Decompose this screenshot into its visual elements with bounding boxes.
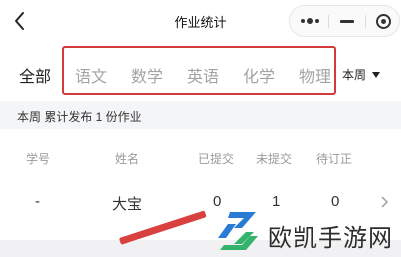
watermark: 欧凯手游网 bbox=[207, 208, 401, 257]
header-submitted: 已提交 bbox=[198, 152, 235, 166]
tab-chinese[interactable]: 语文 bbox=[75, 63, 107, 87]
week-filter-dropdown[interactable]: 本周 bbox=[342, 66, 381, 83]
more-dots-icon[interactable] bbox=[292, 6, 328, 36]
tab-math[interactable]: 数学 bbox=[131, 63, 163, 87]
tab-all[interactable]: 全部 bbox=[19, 63, 51, 87]
header-unsubmitted: 未提交 bbox=[256, 152, 293, 166]
week-filter-label: 本周 bbox=[342, 68, 367, 82]
nav-bar: 作业统计 bbox=[0, 0, 401, 42]
header-student-id: 学号 bbox=[26, 152, 51, 166]
caret-down-icon bbox=[372, 71, 381, 78]
tab-english[interactable]: 英语 bbox=[187, 63, 219, 87]
subject-tabs: 全部 语文 数学 英语 化学 物理 bbox=[0, 50, 401, 96]
watermark-text: 欧凯手游网 bbox=[268, 224, 393, 252]
target-icon[interactable] bbox=[365, 6, 401, 36]
tab-chemistry[interactable]: 化学 bbox=[243, 63, 275, 87]
cell-student-id: - bbox=[35, 193, 40, 210]
minimize-icon[interactable] bbox=[329, 6, 365, 36]
watermark-logo-icon bbox=[218, 212, 258, 250]
header-to-correct: 待订正 bbox=[316, 152, 353, 166]
cell-name: 大宝 bbox=[112, 196, 143, 213]
summary-bar: 本周 累计发布 1 份作业 bbox=[0, 101, 401, 129]
summary-text: 本周 累计发布 1 份作业 bbox=[17, 110, 142, 124]
header-name: 姓名 bbox=[115, 152, 140, 166]
tab-physics[interactable]: 物理 bbox=[299, 63, 331, 87]
mini-program-capsule bbox=[289, 5, 400, 37]
